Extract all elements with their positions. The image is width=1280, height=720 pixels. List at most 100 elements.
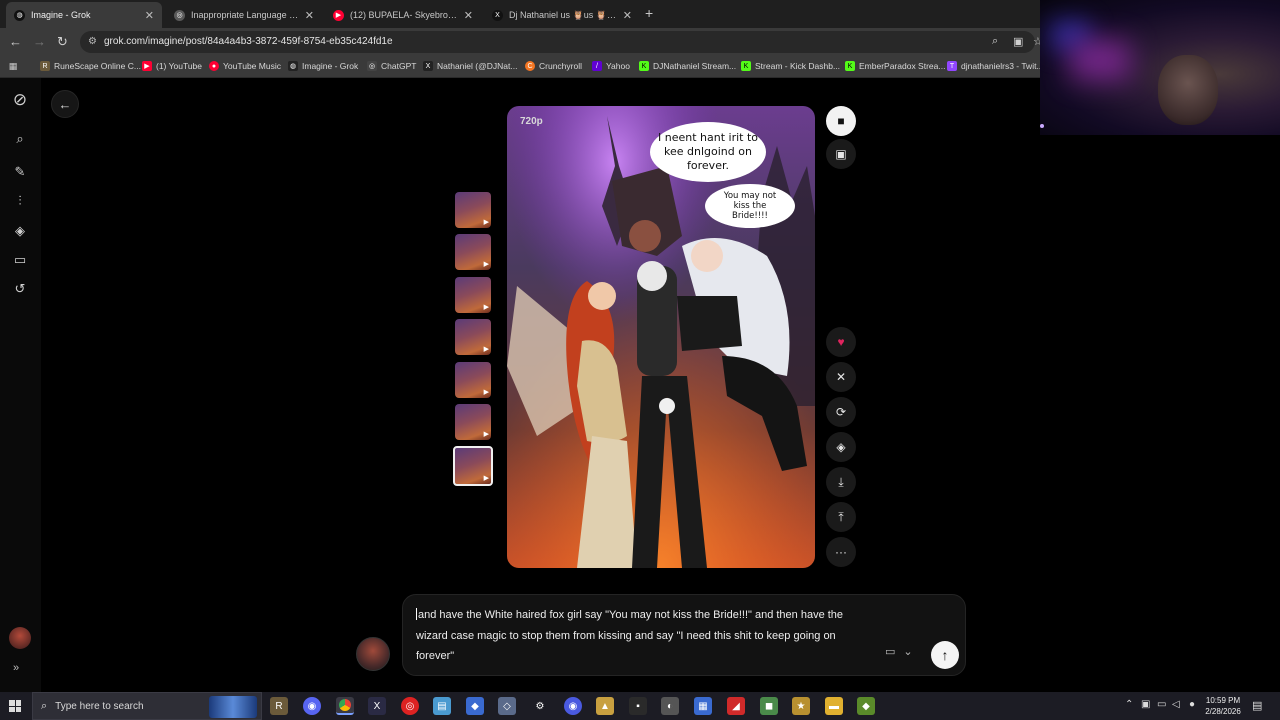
obs-app-icon[interactable]: ◎	[401, 697, 419, 715]
windows-start-icon[interactable]	[9, 700, 21, 712]
new-tab-plus-icon[interactable]: +	[645, 5, 653, 21]
download-button[interactable]: ⤓	[826, 467, 856, 497]
app-icon[interactable]: ◆	[857, 697, 875, 715]
app-icon[interactable]: ★	[792, 697, 810, 715]
like-button[interactable]: ♥	[826, 327, 856, 357]
taskbar-search[interactable]: ⌕ Type here to search	[32, 692, 262, 720]
microphone-icon[interactable]: ●	[1189, 699, 1195, 710]
speech-bubble-top: I neent hant irit to kee dnlgoind on for…	[650, 122, 766, 182]
mode-selector[interactable]: ▭ ⌄	[885, 645, 913, 658]
bookmark-twitch[interactable]: Tdjnathanielrs3 - Twit...	[947, 61, 1040, 71]
bookmark-label: ChatGPT	[381, 61, 417, 71]
close-tab-icon[interactable]: ✕	[623, 9, 632, 22]
file-explorer-icon[interactable]: ▬	[825, 697, 843, 715]
back-arrow-icon[interactable]: ←	[9, 34, 22, 50]
thumbnail[interactable]: ▶	[455, 319, 491, 355]
more-options-button[interactable]: ···	[826, 537, 856, 567]
notes-app-icon[interactable]: ▤	[433, 697, 451, 715]
bookmark-youtube-music[interactable]: ● YouTube Music	[209, 61, 281, 71]
folder-icon[interactable]: ▭	[10, 250, 30, 270]
resolution-badge: 720p	[520, 116, 543, 127]
app-icon[interactable]: ◇	[498, 697, 516, 715]
search-icon[interactable]: ⌕	[10, 129, 30, 149]
app-icon[interactable]: ▲	[596, 697, 614, 715]
apps-grid-icon[interactable]: ▦	[8, 61, 22, 71]
tray-chevron-icon[interactable]: ⌃	[1125, 699, 1133, 710]
thumbnail[interactable]: ▶	[455, 277, 491, 313]
imagine-icon[interactable]: ◈	[10, 221, 30, 241]
edit-icon[interactable]: ✎	[10, 162, 30, 182]
volume-icon[interactable]: ◁	[1172, 699, 1180, 710]
forward-arrow-icon[interactable]: →	[33, 34, 46, 50]
bookmark-runescape[interactable]: R RuneScape Online C...	[40, 61, 141, 71]
bookmark-x-nathaniel[interactable]: X Nathaniel (@DJNat...	[423, 61, 517, 71]
reload-icon[interactable]: ↻	[57, 34, 68, 50]
discord-app-icon[interactable]: ◉	[303, 697, 321, 715]
tab-imagine-grok[interactable]: ◍ Imagine - Grok ✕	[6, 2, 162, 28]
bookmark-emberparadox[interactable]: K EmberParadox Strea...	[845, 61, 945, 71]
attached-image-avatar[interactable]	[356, 637, 390, 671]
settings-app-icon[interactable]: ⚙	[531, 697, 549, 715]
user-avatar[interactable]	[9, 627, 31, 649]
app-icon[interactable]: ◐	[661, 697, 679, 715]
thumbnail[interactable]: ▶	[455, 192, 491, 228]
bookmark-label: Yahoo	[606, 61, 630, 71]
x-app-icon[interactable]: X	[368, 697, 386, 715]
star-bookmark-icon[interactable]: ☆	[1033, 35, 1040, 48]
chrome-app-icon[interactable]	[336, 697, 354, 715]
video-icon: ▶	[483, 304, 489, 311]
close-tab-icon[interactable]: ✕	[145, 9, 154, 22]
back-button[interactable]: ←	[51, 90, 79, 118]
bookmarks-bar: ▦ R RuneScape Online C... ▶ (1) YouTube ● Y…	[0, 56, 1040, 78]
bookmark-kick-dashboard[interactable]: K Stream - Kick Dashb...	[741, 61, 840, 71]
prompt-composer[interactable]: and have the White haired fox girl say "…	[402, 594, 966, 676]
address-bar[interactable]: ⚙ grok.com/imagine/post/84a4a4b3-3872-45…	[80, 31, 1040, 53]
bookmark-imagine-grok[interactable]: ◍ Imagine - Grok	[288, 61, 358, 71]
bookmark-yahoo[interactable]: / Yahoo	[592, 61, 630, 71]
runescape-app-icon[interactable]: R	[270, 697, 288, 715]
bookmark-chatgpt[interactable]: ◎ ChatGPT	[367, 61, 416, 71]
close-tab-icon[interactable]: ✕	[464, 9, 473, 22]
edit-image-button[interactable]: ◈	[826, 432, 856, 462]
cast-icon[interactable]: ▣	[1013, 35, 1023, 48]
regenerate-button[interactable]: ⟳	[826, 397, 856, 427]
app-icon[interactable]: ◢	[727, 697, 745, 715]
prompt-text: and have the White haired fox girl say "…	[416, 609, 844, 662]
close-tab-icon[interactable]: ✕	[305, 9, 314, 22]
share-x-button[interactable]: ✕	[826, 362, 856, 392]
grok-logo-icon[interactable]: ⊘	[10, 90, 30, 110]
system-clock[interactable]: 10:59 PM 2/28/2026	[1200, 695, 1246, 717]
app-icon[interactable]: ◉	[564, 697, 582, 715]
app-icon[interactable]: ◼	[760, 697, 778, 715]
notification-icon[interactable]: ▤	[1252, 699, 1262, 712]
thumbnail[interactable]: ▶	[455, 404, 491, 440]
expand-sidebar-icon[interactable]: »	[13, 662, 19, 674]
thumbnail[interactable]: ▶	[455, 234, 491, 270]
tab-inappropriate-language[interactable]: ◎ Inappropriate Language Remov ✕	[166, 2, 322, 28]
webcam-person	[1158, 55, 1218, 125]
bookmark-crunchyroll[interactable]: C Crunchyroll	[525, 61, 582, 71]
prompt-input[interactable]: and have the White haired fox girl say "…	[416, 605, 871, 667]
tab-x-dj-nathaniel[interactable]: X Dj Nathaniel us 🦉us 🦉 (@DJN ✕	[484, 2, 640, 28]
x-favicon-icon: X	[492, 9, 503, 21]
bookmark-youtube[interactable]: ▶ (1) YouTube	[142, 61, 202, 71]
history-icon[interactable]: ↺	[10, 279, 30, 299]
share-button[interactable]: ⤒	[826, 502, 856, 532]
bookmark-djnathaniel-stream[interactable]: K DJNathaniel Stream...	[639, 61, 736, 71]
site-info-icon[interactable]: ⚙	[88, 36, 97, 47]
zoom-icon[interactable]: ⌕	[992, 35, 998, 48]
tray-app-icon[interactable]: ▣	[1141, 699, 1150, 710]
voice-icon[interactable]: ⫶	[10, 191, 30, 211]
calculator-app-icon[interactable]: ▦	[694, 697, 712, 715]
generated-image[interactable]: 720p I neent hant irit to kee dnlgoind o…	[507, 106, 815, 568]
app-icon[interactable]: ◆	[466, 697, 484, 715]
image-mode-button[interactable]: ▣	[826, 139, 856, 169]
network-icon[interactable]: ▭	[1157, 699, 1166, 710]
thumbnail[interactable]: ▶	[455, 362, 491, 398]
thumbnail-selected[interactable]: ▶	[453, 446, 493, 486]
kick-icon: K	[741, 61, 751, 71]
app-icon[interactable]: ▪	[629, 697, 647, 715]
tab-youtube-amv[interactable]: ▶ (12) BUPAELA- Skyebrows AMV ✕	[325, 2, 481, 28]
video-mode-button[interactable]: ■	[826, 106, 856, 136]
send-button[interactable]: ↑	[931, 641, 959, 669]
